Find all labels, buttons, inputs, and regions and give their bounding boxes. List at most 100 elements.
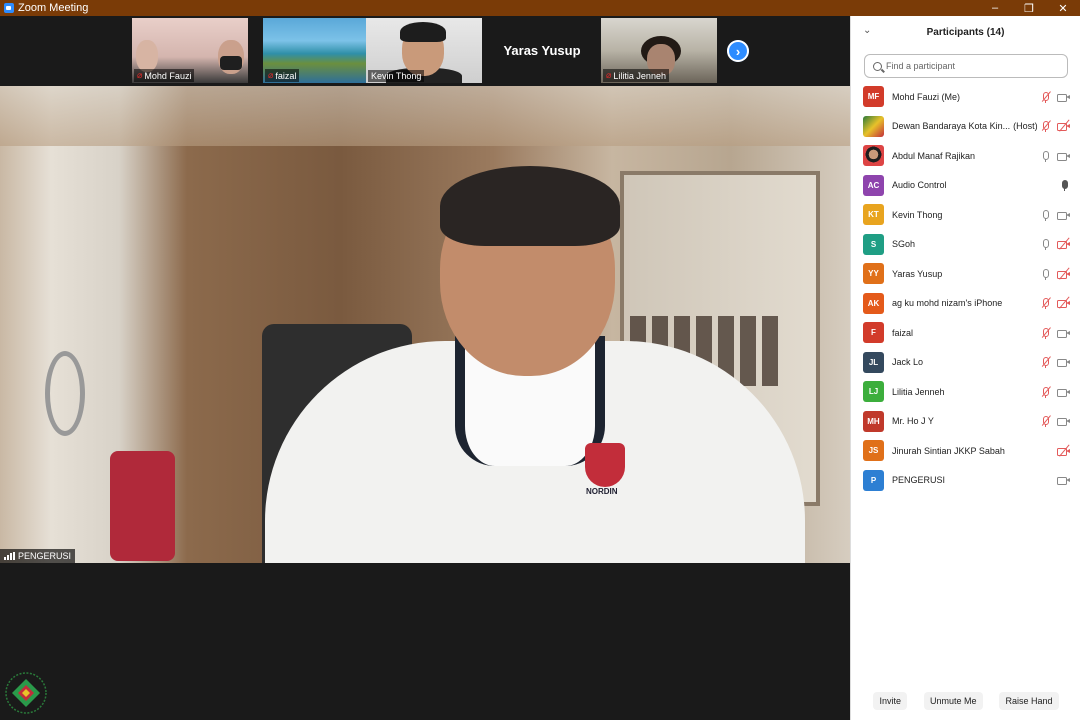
participant-row[interactable]: YY Yaras Yusup	[851, 259, 1080, 289]
participant-name: PENGERUSI	[892, 475, 946, 486]
avatar: P	[863, 469, 884, 491]
video-camera-icon	[1057, 209, 1070, 221]
speaker-name-tag: PENGERUSI	[0, 549, 76, 563]
video-camera-icon	[1057, 356, 1070, 368]
participant-name: Kevin Thong	[892, 209, 943, 220]
participant-name: ag ku mohd nizam's iPhone	[892, 298, 1003, 309]
video-area: ⌀ Mohd Fauzi ⌀ faizal Kevin Thong Yaras Yu…	[0, 16, 850, 720]
participant-row[interactable]: LJ Lilitia Jenneh	[851, 377, 1080, 407]
slash-mark	[1059, 444, 1070, 457]
avatar: S	[863, 233, 884, 255]
mic-muted-icon: ⌀	[268, 70, 274, 80]
participant-row[interactable]: MH Mr. Ho J Y	[851, 407, 1080, 437]
background-chair	[110, 451, 175, 561]
participant-name: Jinurah Sintian JKKP Sabah	[892, 445, 1005, 456]
video-off-icon	[1057, 267, 1070, 280]
video-thumb-faizal[interactable]: ⌀ faizal	[263, 18, 379, 83]
participants-header: ⌄ Participants (14)	[851, 16, 1080, 48]
participant-status-icons	[1040, 112, 1070, 142]
participant-row[interactable]: KT Kevin Thong	[851, 200, 1080, 230]
participant-figure	[400, 22, 446, 42]
participant-search[interactable]	[864, 54, 1068, 78]
active-speaker-video: NORDIN PENGERUSI	[0, 86, 850, 563]
avatar: AK	[863, 292, 884, 314]
mic-muted-icon	[1040, 91, 1052, 103]
microphone-icon	[1040, 150, 1051, 162]
mic-muted-icon: ⌀	[137, 70, 143, 80]
speaker-hair	[440, 166, 620, 246]
participant-status-icons	[1057, 466, 1070, 496]
thumb-name: Kevin Thong	[371, 71, 422, 81]
collapse-chevron-icon[interactable]: ⌄	[863, 25, 871, 36]
video-camera-icon	[1057, 474, 1070, 486]
speaker-name: PENGERUSI	[18, 551, 72, 561]
avatar: JS	[863, 440, 884, 462]
microphone-icon	[1040, 268, 1051, 280]
participant-name: Jack Lo	[892, 357, 924, 368]
face-mask	[220, 56, 242, 70]
shirt-logo-badge	[585, 443, 625, 487]
video-camera-icon	[1057, 150, 1070, 162]
participant-status-icons	[1040, 230, 1070, 260]
slash-mark	[1041, 415, 1052, 427]
mic-muted-icon	[1040, 356, 1052, 369]
host-label: (Host)	[1013, 121, 1038, 132]
mic-muted-icon	[1040, 297, 1052, 310]
search-input[interactable]	[886, 61, 1056, 71]
slash-mark	[1041, 327, 1052, 338]
invite-button[interactable]: Invite	[873, 692, 907, 710]
close-button[interactable]: ✕	[1046, 0, 1080, 16]
participant-row[interactable]: MF Mohd Fauzi (Me)	[851, 82, 1080, 112]
participant-status-icons	[1040, 407, 1070, 437]
participants-title: Participants (14)	[926, 26, 1005, 38]
raise-hand-button[interactable]: Raise Hand	[999, 692, 1059, 710]
participant-status-icons	[1059, 171, 1070, 201]
participant-row[interactable]: Abdul Manaf Rajikan	[851, 141, 1080, 171]
participant-row[interactable]: Dewan Bandaraya Kota Kin... (Host)	[851, 112, 1080, 142]
video-thumb-kevin-thong[interactable]: Kevin Thong	[366, 18, 482, 83]
participant-status-icons	[1040, 141, 1070, 171]
participant-row[interactable]: P PENGERUSI	[851, 466, 1080, 496]
video-thumb-yaras-yusup[interactable]: Yaras Yusup	[484, 18, 600, 83]
participant-name: faizal	[892, 327, 914, 338]
slash-mark	[1041, 356, 1052, 368]
video-off-icon	[1057, 296, 1070, 310]
avatar: YY	[863, 263, 884, 285]
participant-status-icons	[1040, 200, 1070, 230]
avatar: F	[863, 322, 884, 344]
panel-footer: Invite Unmute Me Raise Hand	[851, 692, 1080, 710]
mic-muted-icon: ⌀	[606, 70, 612, 80]
participant-row[interactable]: AC Audio Control	[851, 171, 1080, 201]
participant-row[interactable]: JS Jinurah Sintian JKKP Sabah	[851, 436, 1080, 466]
participant-status-icons	[1040, 318, 1070, 348]
unmute-me-button[interactable]: Unmute Me	[923, 692, 983, 710]
participant-row[interactable]: Ffaizal	[851, 318, 1080, 348]
video-thumb-mohd-fauzi[interactable]: ⌀ Mohd Fauzi	[132, 18, 248, 83]
video-camera-icon	[1057, 415, 1070, 427]
thumb-label: Kevin Thong	[368, 70, 425, 82]
avatar: MH	[863, 410, 884, 432]
thumb-label: ⌀ Lilitia Jenneh	[603, 69, 669, 82]
participant-name: Audio Control	[892, 180, 947, 191]
slash-mark	[1059, 296, 1070, 310]
window-title: Zoom Meeting	[18, 2, 89, 14]
participant-row[interactable]: S SGoh	[851, 230, 1080, 260]
participant-figure	[136, 40, 158, 72]
minimize-button[interactable]: –	[978, 0, 1012, 16]
signal-strength-icon	[4, 552, 15, 560]
participant-status-icons	[1057, 436, 1070, 466]
video-off-icon	[1057, 119, 1070, 133]
slash-mark	[1041, 386, 1052, 397]
participant-row[interactable]: AK ag ku mohd nizam's iPhone	[851, 289, 1080, 319]
restore-button[interactable]: ❐	[1012, 0, 1046, 16]
avatar: MF	[863, 86, 884, 108]
mic-muted-icon	[1040, 386, 1052, 398]
organization-logo	[5, 672, 47, 714]
next-page-button[interactable]: ›	[727, 40, 749, 62]
participant-row[interactable]: JL Jack Lo	[851, 348, 1080, 378]
participant-status-icons	[1040, 348, 1070, 378]
video-thumb-lilitia-jenneh[interactable]: ⌀ Lilitia Jenneh	[601, 18, 717, 83]
participant-status-icons	[1040, 259, 1070, 289]
participant-name: Abdul Manaf Rajikan	[892, 150, 976, 161]
background	[0, 86, 850, 146]
